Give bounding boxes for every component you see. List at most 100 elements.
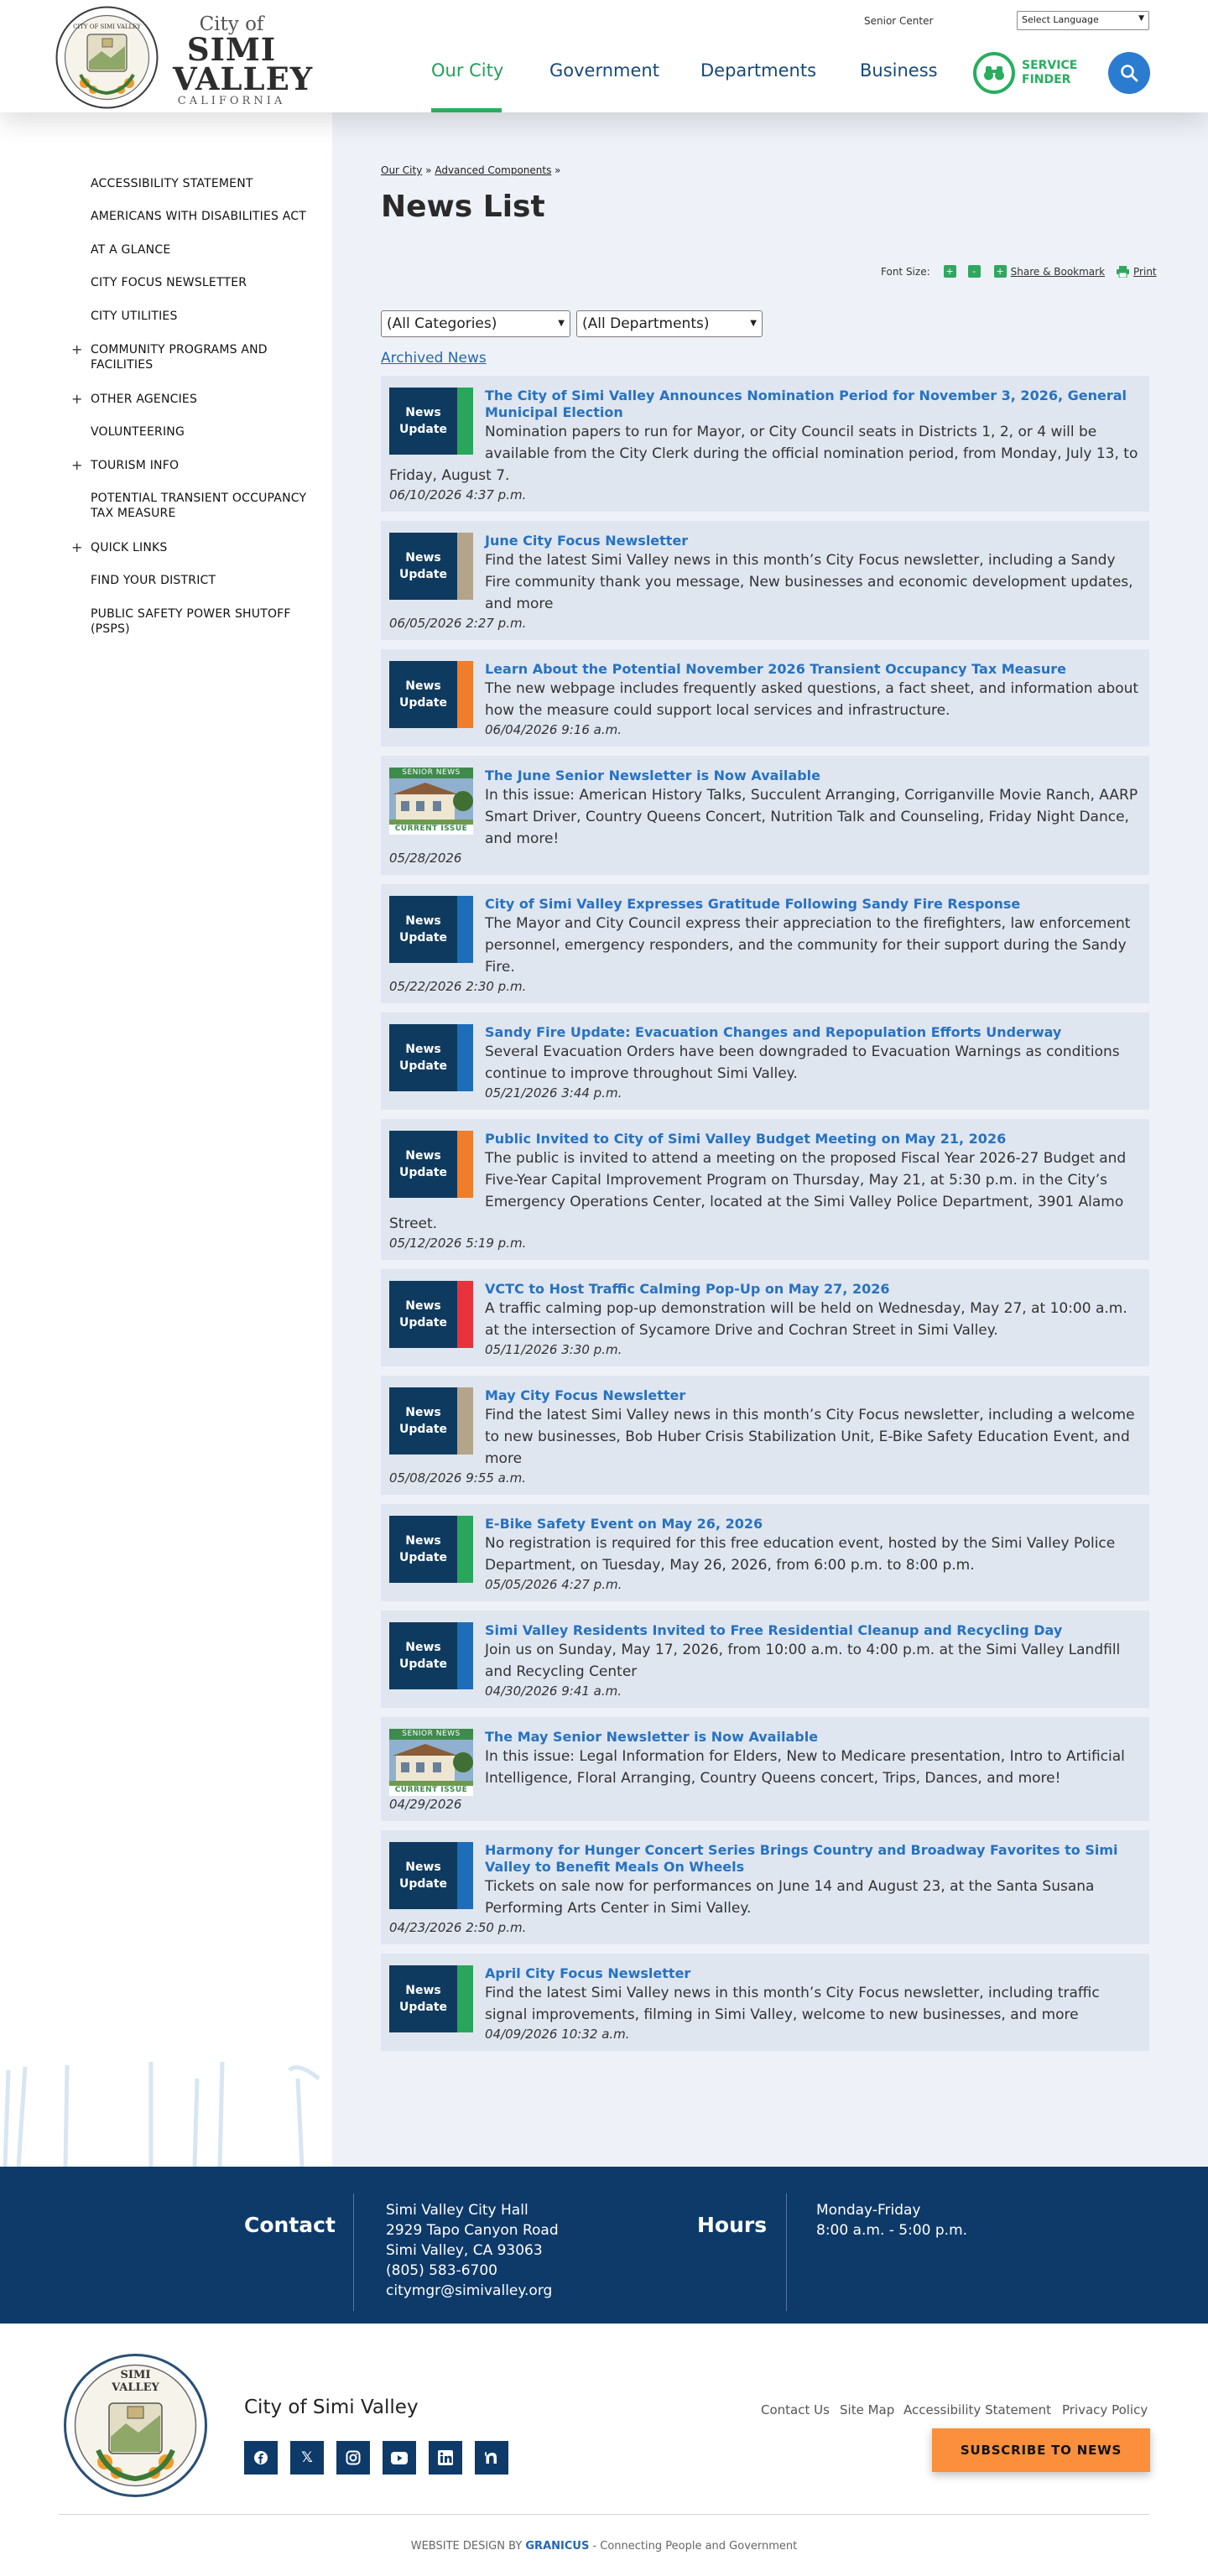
news-update-thumbnail[interactable]: News Update — [389, 1622, 473, 1689]
news-title-link[interactable]: Public Invited to City of Simi Valley Bu… — [389, 1131, 1141, 1147]
expand-plus-icon[interactable]: + — [71, 458, 83, 473]
x-icon[interactable]: 𝕏 — [290, 2441, 324, 2475]
expand-plus-icon[interactable]: + — [71, 392, 83, 407]
font-decrease-button[interactable]: - — [967, 265, 981, 278]
news-date: 04/09/2026 10:32 a.m. — [485, 2027, 630, 2042]
sidebar-item[interactable]: Accessibility Statement — [59, 176, 327, 191]
nextdoor-icon[interactable] — [475, 2441, 508, 2475]
sidebar-item[interactable]: Volunteering — [59, 424, 327, 440]
news-update-thumbnail[interactable]: News Update — [389, 1842, 473, 1909]
facebook-icon[interactable] — [244, 2441, 278, 2475]
senior-center-link[interactable]: Senior Center — [864, 15, 933, 27]
sidebar-item[interactable]: + Tourism Info — [59, 458, 327, 473]
search-icon — [1121, 65, 1138, 82]
expand-plus-icon[interactable]: + — [71, 540, 83, 555]
contact-divider — [353, 2194, 354, 2311]
expand-plus-icon[interactable]: + — [71, 342, 83, 357]
news-update-thumbnail[interactable]: News Update — [389, 388, 473, 455]
department-filter-select[interactable]: (All Departments) ▼ — [576, 310, 763, 337]
sidebar-item[interactable]: Find Your District — [59, 573, 327, 588]
senior-newsletter-thumbnail[interactable]: SENIOR NEWS CURRENT ISSUE — [389, 768, 473, 835]
news-title-link[interactable]: April City Focus Newsletter — [389, 1965, 1141, 1982]
news-update-thumbnail[interactable]: News Update — [389, 533, 473, 600]
archived-news-link[interactable]: Archived News — [381, 350, 487, 367]
sidebar-item[interactable]: City Focus Newsletter — [59, 275, 327, 290]
sidebar-item[interactable]: At A Glance — [59, 242, 327, 258]
logo-valley: VALLEY — [173, 60, 314, 97]
sidebar-item[interactable]: Americans with Disabilities Act — [59, 209, 327, 224]
breadcrumb: Our City » Advanced Components » — [381, 164, 561, 176]
senior-newsletter-thumbnail[interactable]: SENIOR NEWS CURRENT ISSUE — [389, 1729, 473, 1796]
news-update-thumbnail[interactable]: News Update — [389, 1024, 473, 1091]
contact-email[interactable]: citymgr@simivalley.org — [386, 2281, 559, 2301]
news-title-link[interactable]: City of Simi Valley Expresses Gratitude … — [389, 896, 1141, 913]
news-title-link[interactable]: The June Senior Newsletter is Now Availa… — [389, 768, 1141, 784]
logo-california: CALIFORNIA — [177, 95, 286, 107]
linkedin-icon[interactable] — [429, 2441, 462, 2475]
news-update-thumbnail[interactable]: News Update — [389, 661, 473, 728]
news-title-link[interactable]: E-Bike Safety Event on May 26, 2026 — [389, 1516, 1141, 1533]
news-update-badge: News Update — [389, 1516, 457, 1583]
news-title-link[interactable]: The May Senior Newsletter is Now Availab… — [389, 1729, 1141, 1746]
youtube-icon[interactable] — [383, 2441, 416, 2475]
nav-our-city[interactable]: Our City — [431, 60, 503, 81]
news-summary: In this issue: American History Talks, S… — [485, 787, 1138, 847]
breadcrumb-advanced-components[interactable]: Advanced Components — [435, 164, 551, 176]
city-seal-footer[interactable]: SIMI VALLEY — [63, 2353, 208, 2498]
news-update-thumbnail[interactable]: News Update — [389, 1965, 473, 2032]
chevron-down-icon: ▼ — [1138, 14, 1144, 23]
sidebar-item[interactable]: Potential Transient Occupancy Tax Measur… — [59, 491, 327, 521]
news-title-link[interactable]: Harmony for Hunger Concert Series Brings… — [389, 1842, 1141, 1876]
footer-link-sitemap[interactable]: Site Map — [840, 2402, 894, 2417]
page-title: News List — [381, 190, 545, 224]
news-update-thumbnail[interactable]: News Update — [389, 1516, 473, 1583]
subscribe-news-button[interactable]: SUBSCRIBE TO NEWS — [932, 2428, 1150, 2472]
share-icon: + — [993, 265, 1007, 278]
search-button[interactable] — [1108, 52, 1150, 94]
sidebar-item[interactable]: City Utilities — [59, 309, 327, 324]
contact-phone[interactable]: (805) 583-6700 — [386, 2261, 559, 2281]
footer-link-contact[interactable]: Contact Us — [761, 2402, 830, 2417]
sidebar-item[interactable]: Public Safety Power Shutoff (PSPS) — [59, 606, 327, 637]
news-item: News Update E-Bike Safety Event on May 26,… — [381, 1504, 1149, 1601]
logo-wordmark[interactable]: City of SIMI VALLEY CALIFORNIA — [173, 13, 314, 109]
news-title-link[interactable]: VCTC to Host Traffic Calming Pop-Up on M… — [389, 1281, 1141, 1298]
news-title-link[interactable]: Learn About the Potential November 2026 … — [389, 661, 1141, 678]
category-filter-select[interactable]: (All Categories) ▼ — [381, 310, 570, 337]
granicus-link[interactable]: GRANICUS — [525, 2540, 589, 2553]
print-link[interactable]: Print — [1133, 266, 1157, 278]
news-update-thumbnail[interactable]: News Update — [389, 1281, 473, 1348]
category-color-stripe — [457, 1516, 473, 1583]
nav-departments[interactable]: Departments — [700, 60, 816, 81]
news-title-link[interactable]: The City of Simi Valley Announces Nomina… — [389, 388, 1141, 421]
current-issue-label: CURRENT ISSUE — [394, 825, 468, 833]
breadcrumb-our-city[interactable]: Our City — [381, 164, 422, 176]
instagram-icon[interactable] — [336, 2441, 370, 2475]
news-date: 05/28/2026 — [389, 851, 462, 866]
nav-business[interactable]: Business — [860, 60, 938, 81]
share-bookmark-link[interactable]: Share & Bookmark — [1011, 266, 1105, 278]
service-finder-button[interactable]: SERVICE FINDER — [973, 52, 1089, 94]
sidebar-item[interactable]: + Community Programs and Facilities — [59, 342, 327, 372]
news-update-thumbnail[interactable]: News Update — [389, 896, 473, 963]
hours-details: Monday-Friday 8:00 a.m. - 5:00 p.m. — [816, 2200, 967, 2240]
language-select[interactable]: Select Language ▼ — [1017, 11, 1149, 30]
footer-link-accessibility[interactable]: Accessibility Statement — [903, 2402, 1051, 2417]
senior-news-label: SENIOR NEWS — [402, 1730, 461, 1738]
print-icon — [1117, 265, 1130, 278]
news-title-link[interactable]: May City Focus Newsletter — [389, 1387, 1141, 1404]
sidebar-item[interactable]: + Quick Links — [59, 540, 327, 555]
news-title-link[interactable]: June City Focus Newsletter — [389, 533, 1141, 549]
news-title-link[interactable]: Sandy Fire Update: Evacuation Changes an… — [389, 1024, 1141, 1041]
sidebar-item-label: Find Your District — [91, 574, 216, 587]
news-title-link[interactable]: Simi Valley Residents Invited to Free Re… — [389, 1622, 1141, 1639]
nav-government[interactable]: Government — [549, 60, 659, 81]
city-seal-logo[interactable]: CITY OF SIMI VALLEY — [55, 6, 159, 109]
footer-link-privacy[interactable]: Privacy Policy — [1062, 2402, 1148, 2417]
news-update-thumbnail[interactable]: News Update — [389, 1387, 473, 1455]
font-increase-button[interactable]: + — [943, 265, 956, 278]
category-color-stripe — [457, 533, 473, 600]
sidebar-item[interactable]: + Other Agencies — [59, 392, 327, 407]
news-date: 06/04/2026 9:16 a.m. — [485, 722, 622, 737]
news-update-thumbnail[interactable]: News Update — [389, 1131, 473, 1198]
